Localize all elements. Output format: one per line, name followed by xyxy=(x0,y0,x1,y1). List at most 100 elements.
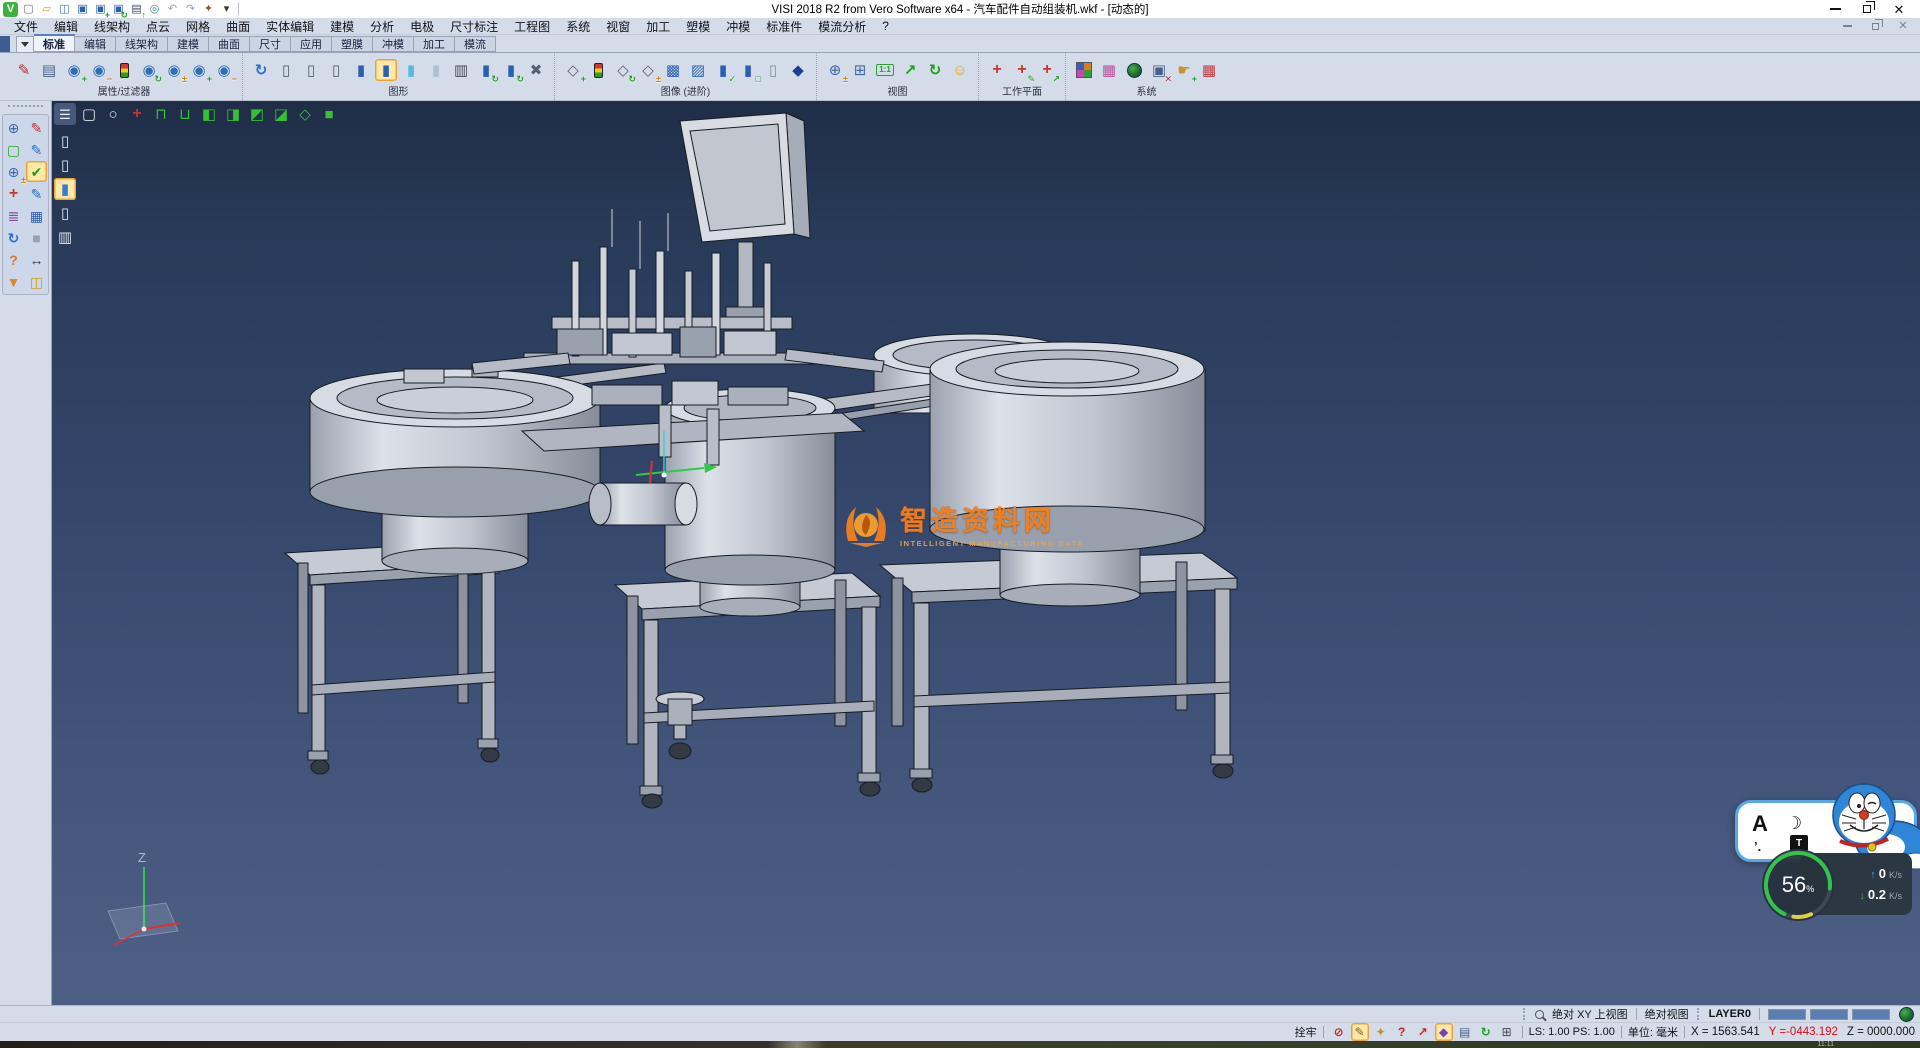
color-table-icon[interactable] xyxy=(1098,59,1120,81)
memory-gauge-widget[interactable]: 56 % xyxy=(1758,845,1838,925)
view-front-cube-icon[interactable] xyxy=(198,103,220,125)
settings-icon[interactable] xyxy=(201,2,216,17)
layer-color-swatch[interactable] xyxy=(1852,1009,1890,1020)
confirm-check-icon[interactable] xyxy=(26,161,47,182)
render-shaded-cylinder-icon[interactable] xyxy=(54,178,76,200)
solid-cube-icon[interactable] xyxy=(26,227,47,248)
workplane-align-icon[interactable] xyxy=(1036,59,1058,81)
restore-button[interactable] xyxy=(1860,2,1874,16)
zoom-range-icon[interactable] xyxy=(824,59,846,81)
menu-item[interactable]: 编辑 xyxy=(46,18,86,34)
mdi-restore-button[interactable] xyxy=(1868,19,1882,33)
render-smiley-icon[interactable] xyxy=(949,59,971,81)
machine-model[interactable] xyxy=(52,101,1920,1005)
dashed-view-icon[interactable] xyxy=(325,59,347,81)
toolbar-tab[interactable]: 冲模 xyxy=(373,36,414,52)
menu-item[interactable]: 系统 xyxy=(558,18,598,34)
render-wire-cylinder-icon[interactable] xyxy=(54,130,76,152)
measure-arrow-icon[interactable] xyxy=(26,249,47,270)
rotate-view-icon[interactable] xyxy=(924,59,946,81)
hide-entities-icon[interactable] xyxy=(88,59,110,81)
view-menu-icon[interactable] xyxy=(54,103,76,125)
copy-pages-icon[interactable] xyxy=(26,271,47,292)
close-button[interactable]: ✕ xyxy=(1892,2,1906,16)
frame-select-icon[interactable] xyxy=(3,139,24,160)
attributes-stack-icon[interactable] xyxy=(3,205,24,226)
menu-item[interactable]: 电极 xyxy=(402,18,442,34)
snap-tool-icon[interactable] xyxy=(1372,1023,1390,1041)
moon-icon[interactable]: ☽ xyxy=(1786,813,1802,834)
view-top-cube-icon[interactable] xyxy=(150,103,172,125)
ime-mode-label[interactable]: A xyxy=(1752,811,1768,837)
view-reference-label[interactable]: 绝对视图 xyxy=(1645,1006,1689,1022)
status-grip[interactable] xyxy=(1697,1008,1701,1020)
toolbar-tab[interactable]: 曲面 xyxy=(209,36,250,52)
quickbar-more-icon[interactable] xyxy=(219,2,234,17)
erase-pencil-icon[interactable] xyxy=(26,117,47,138)
view-iso-cube-icon[interactable] xyxy=(294,103,316,125)
view-attributes-icon[interactable] xyxy=(38,59,60,81)
section-bars-icon[interactable] xyxy=(1456,1023,1474,1041)
visi-logo-icon[interactable] xyxy=(3,2,18,17)
3d-viewport[interactable]: 智造资料网 INTELLIGENT MANUFACTURING DATA Z xyxy=(52,101,1920,1005)
menu-item[interactable]: 尺寸标注 xyxy=(442,18,506,34)
copy-cylinder-icon[interactable] xyxy=(737,59,759,81)
menu-item[interactable]: 曲面 xyxy=(218,18,258,34)
toolbar-tab[interactable]: 标准 xyxy=(34,34,75,52)
menu-item[interactable]: 标准件 xyxy=(758,18,810,34)
pin-label[interactable]: 拴牢 xyxy=(1295,1024,1317,1040)
toolbar-tab[interactable]: 应用 xyxy=(291,36,332,52)
render-hidden-cylinder-icon[interactable] xyxy=(54,154,76,176)
toolbar-tab[interactable]: 线架构 xyxy=(116,36,168,52)
wireframe-view-icon[interactable] xyxy=(275,59,297,81)
zoom-window-icon[interactable] xyxy=(849,59,871,81)
menu-item[interactable]: 实体编辑 xyxy=(258,18,322,34)
view-axis-icon[interactable] xyxy=(126,103,148,125)
render-flat-cylinder-icon[interactable] xyxy=(54,202,76,224)
filter-traffic-light-icon[interactable] xyxy=(113,59,135,81)
toolbar-dropdown-button[interactable] xyxy=(16,36,34,52)
snap-help-icon[interactable] xyxy=(1393,1023,1411,1041)
snap-off-icon[interactable] xyxy=(1330,1023,1348,1041)
system-globe-icon[interactable] xyxy=(1123,59,1145,81)
menu-item[interactable]: 建模 xyxy=(322,18,362,34)
menu-item[interactable]: 线架构 xyxy=(86,18,138,34)
search-icon[interactable] xyxy=(1535,1010,1544,1019)
taskbar-sliver[interactable]: 11:11 xyxy=(0,1041,1920,1048)
edit-attributes-icon[interactable] xyxy=(13,59,35,81)
wire-cylinder-icon[interactable] xyxy=(762,59,784,81)
workplane-axes-icon[interactable] xyxy=(986,59,1008,81)
pick-hand-icon[interactable] xyxy=(1173,59,1195,81)
snap-vertex-icon[interactable] xyxy=(1414,1023,1432,1041)
status-grip[interactable] xyxy=(1523,1008,1527,1020)
flat-view-icon[interactable] xyxy=(425,59,447,81)
snap-face-icon[interactable] xyxy=(1435,1023,1453,1041)
quad-view-icon[interactable] xyxy=(1498,1023,1516,1041)
menu-item[interactable]: 文件 xyxy=(6,18,46,34)
view-zoom-icon[interactable] xyxy=(102,103,124,125)
status-globe-icon[interactable] xyxy=(1898,1006,1914,1022)
show-entities-icon[interactable] xyxy=(63,59,85,81)
menu-item[interactable]: 加工 xyxy=(638,18,678,34)
ucs-axes-icon[interactable] xyxy=(3,183,24,204)
recycle-graphics-icon[interactable] xyxy=(475,59,497,81)
menu-item[interactable]: 分析 xyxy=(362,18,402,34)
preview-icon[interactable] xyxy=(147,2,162,17)
menu-item[interactable]: 视窗 xyxy=(598,18,638,34)
color-grid-icon[interactable] xyxy=(1073,59,1095,81)
zoom-solid-icon[interactable] xyxy=(3,161,24,182)
view-left-cube-icon[interactable] xyxy=(246,103,268,125)
view-shaded-cube-icon[interactable] xyxy=(318,103,340,125)
shaded-edges-view-icon[interactable] xyxy=(375,59,397,81)
pan-view-icon[interactable] xyxy=(899,59,921,81)
show-all-icon[interactable] xyxy=(188,59,210,81)
auto-rotate-icon[interactable] xyxy=(1477,1023,1495,1041)
cube-refresh-icon[interactable] xyxy=(612,59,634,81)
render-hatch-cylinder-icon[interactable] xyxy=(54,226,76,248)
cube-traffic-light-icon[interactable] xyxy=(587,59,609,81)
view-right-cube-icon[interactable] xyxy=(270,103,292,125)
redo-icon[interactable] xyxy=(183,2,198,17)
regen-view-icon[interactable] xyxy=(3,227,24,248)
cube-toggle-icon[interactable] xyxy=(637,59,659,81)
insert-file-icon[interactable] xyxy=(57,2,72,17)
